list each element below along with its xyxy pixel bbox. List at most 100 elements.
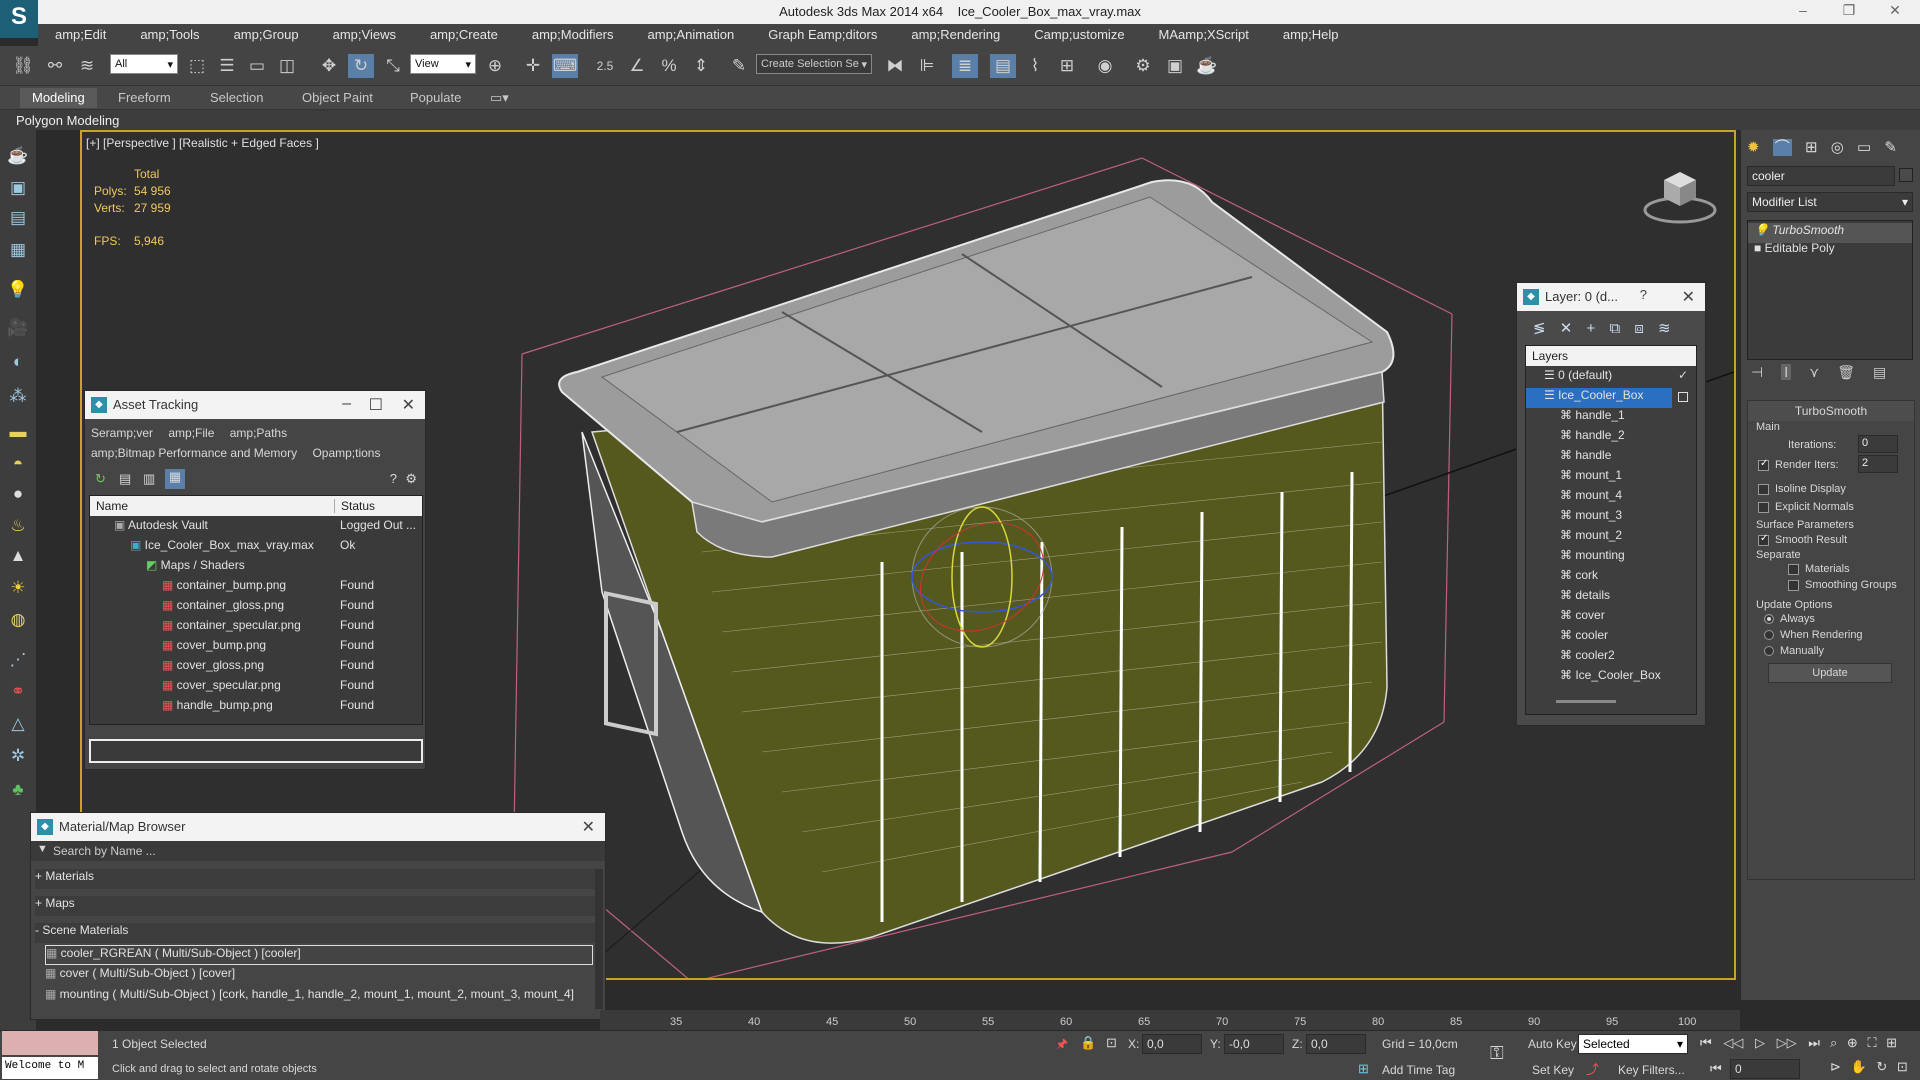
motion-tab-icon[interactable]: ◎ bbox=[1831, 139, 1844, 156]
configure-sets-icon[interactable]: ▤ bbox=[1873, 364, 1886, 380]
current-frame-field[interactable]: 0 bbox=[1730, 1059, 1800, 1079]
spinner-snap-icon[interactable]: ⇕ bbox=[688, 54, 714, 78]
list-item[interactable]: ▦ mounting ( Multi/Sub-Object ) [cork, h… bbox=[45, 987, 574, 1007]
scrollbar[interactable] bbox=[1556, 700, 1616, 703]
maximize-viewport-icon[interactable]: ⊡ bbox=[1897, 1059, 1908, 1074]
restore-icon[interactable]: ❐ bbox=[1838, 2, 1860, 22]
object-item[interactable]: ⌘ Ice_Cooler_Box bbox=[1560, 668, 1661, 688]
materials-checkbox[interactable] bbox=[1788, 563, 1799, 575]
y-coordinate-field[interactable]: -0,0 bbox=[1224, 1034, 1284, 1054]
zoom-all-icon[interactable]: ⊕ bbox=[1847, 1035, 1858, 1050]
zoom-extents-icon[interactable]: ⛶ bbox=[1867, 1035, 1876, 1050]
layer-manager-icon[interactable]: ≣ bbox=[952, 54, 978, 78]
table-view-icon[interactable]: ▦ bbox=[165, 469, 185, 489]
asset-tracking-titlebar[interactable]: ◆ Asset Tracking – ☐ ✕ bbox=[85, 391, 425, 419]
pin-stack-icon[interactable]: ⊣ bbox=[1751, 364, 1763, 380]
settings-gear-icon[interactable]: ✲ bbox=[6, 744, 30, 768]
always-radio[interactable] bbox=[1764, 614, 1774, 625]
table-row[interactable]: ▦ cover_bump.png bbox=[162, 638, 266, 658]
link-icon[interactable]: ⛓ bbox=[10, 54, 36, 78]
list-item[interactable]: ▦ cooler_RGREAN ( Multi/Sub-Object ) [co… bbox=[45, 945, 593, 965]
angle-snap-icon[interactable]: ∠ bbox=[624, 54, 650, 78]
help-icon[interactable]: ? bbox=[1640, 287, 1647, 302]
list-item[interactable]: ▦ cover ( Multi/Sub-Object ) [cover] bbox=[45, 966, 235, 986]
app-logo[interactable]: S bbox=[0, 0, 38, 38]
foliage-icon[interactable]: ♣ bbox=[6, 778, 30, 802]
orbit-icon[interactable]: ↻ bbox=[1876, 1059, 1887, 1074]
manually-radio[interactable] bbox=[1764, 646, 1774, 657]
column-status[interactable]: Status bbox=[334, 499, 375, 513]
hierarchy-tab-icon[interactable]: ⊞ bbox=[1805, 139, 1818, 156]
group-materials[interactable]: + Materials bbox=[35, 869, 595, 889]
stack-item-editable-poly[interactable]: ■ Editable Poly bbox=[1748, 241, 1835, 261]
helper-grid-icon[interactable]: ⋰ bbox=[6, 648, 30, 672]
sky-icon[interactable]: ◍ bbox=[6, 608, 30, 632]
object-item[interactable]: ⌘ handle_1 bbox=[1560, 408, 1625, 428]
menu-customize[interactable]: Camp;ustomize bbox=[1017, 24, 1141, 46]
group-maps[interactable]: + Maps bbox=[35, 896, 595, 916]
highlight-layer-icon[interactable]: ⧈ bbox=[1634, 320, 1644, 337]
select-by-name-icon[interactable]: ☰ bbox=[214, 54, 240, 78]
menu-options[interactable]: Opamp;tions bbox=[312, 446, 380, 460]
layer-visibility-icon[interactable] bbox=[1678, 392, 1688, 402]
render-setup-icon[interactable]: ⚙ bbox=[1130, 54, 1156, 78]
curve-editor-icon[interactable]: ⌇ bbox=[1022, 54, 1048, 78]
goto-start-icon[interactable]: ⏮ bbox=[1700, 1035, 1712, 1050]
scrollbar[interactable] bbox=[595, 869, 603, 1009]
menu-rendering[interactable]: amp;Rendering bbox=[894, 24, 1017, 46]
render-icon[interactable]: ▣ bbox=[6, 176, 30, 200]
create-tab-icon[interactable]: ✹ bbox=[1747, 139, 1760, 156]
scale-icon[interactable]: ⤡ bbox=[380, 54, 406, 78]
goto-end-icon[interactable]: ⏭ bbox=[1808, 1035, 1820, 1050]
table-row[interactable]: ▦ container_gloss.png bbox=[162, 598, 284, 618]
selection-filter-dropdown[interactable]: All ▾ bbox=[110, 54, 178, 74]
utilities-tab-icon[interactable]: ✎ bbox=[1884, 139, 1897, 156]
zoom-extents-all-icon[interactable]: ⊞ bbox=[1886, 1035, 1897, 1050]
fov-icon[interactable]: ⊳ bbox=[1830, 1059, 1841, 1074]
explicit-normals-checkbox[interactable] bbox=[1758, 501, 1769, 513]
sound-icon[interactable]: ◐ bbox=[6, 350, 30, 374]
tab-object-paint[interactable]: Object Paint bbox=[302, 90, 373, 105]
object-item[interactable]: ⌘ mount_2 bbox=[1560, 528, 1622, 548]
minimize-icon[interactable]: – bbox=[1792, 2, 1814, 22]
close-icon[interactable]: ✕ bbox=[1682, 287, 1695, 307]
unlink-icon[interactable]: ⚯ bbox=[42, 54, 68, 78]
set-key-button[interactable]: Set Key bbox=[1532, 1063, 1574, 1077]
select-layer-icon[interactable]: ⧉ bbox=[1609, 320, 1620, 337]
iterations-spinner[interactable]: 0 bbox=[1858, 435, 1898, 453]
teapot-prim-icon[interactable]: ♨ bbox=[6, 514, 30, 538]
select-object-icon[interactable]: ⬚ bbox=[184, 54, 210, 78]
pan-icon[interactable]: ✋ bbox=[1851, 1059, 1867, 1074]
z-coordinate-field[interactable]: 0,0 bbox=[1306, 1034, 1366, 1054]
object-item[interactable]: ⌘ mount_1 bbox=[1560, 468, 1622, 488]
table-row[interactable]: ▦ cover_specular.png bbox=[162, 678, 281, 698]
close-icon[interactable]: ✕ bbox=[402, 395, 415, 415]
make-unique-icon[interactable]: ⋎ bbox=[1809, 364, 1819, 380]
ribbon-toggle-icon[interactable]: ▤ bbox=[990, 54, 1016, 78]
ref-coord-dropdown[interactable]: View ▾ bbox=[410, 54, 476, 74]
light-icon[interactable]: 💡 bbox=[6, 278, 30, 302]
maxscript-mini-listener[interactable]: Welcome to M bbox=[2, 1057, 98, 1079]
render-production-icon[interactable]: ☕ bbox=[1194, 54, 1220, 78]
key-mode-toggle-icon[interactable]: ⏮ bbox=[1710, 1061, 1722, 1077]
keyboard-shortcut-icon[interactable]: ⌨ bbox=[552, 54, 578, 78]
close-icon[interactable]: ✕ bbox=[1884, 2, 1906, 22]
close-icon[interactable]: ✕ bbox=[582, 817, 595, 837]
dropdown-arrow-icon[interactable]: ▼ bbox=[37, 843, 48, 855]
object-item[interactable]: ⌘ handle_2 bbox=[1560, 428, 1625, 448]
select-manipulate-icon[interactable]: ✛ bbox=[520, 54, 546, 78]
modifier-list-dropdown[interactable]: Modifier List ▾ bbox=[1747, 192, 1913, 212]
menu-group[interactable]: amp;Group bbox=[217, 24, 316, 46]
layer-manager-titlebar[interactable]: ◆ Layer: 0 (d... ? ✕ bbox=[1517, 283, 1705, 311]
rect-region-icon[interactable]: ▭ bbox=[244, 54, 270, 78]
table-row[interactable]: ▦ container_specular.png bbox=[162, 618, 301, 638]
help-icon[interactable]: ? bbox=[390, 471, 397, 486]
refresh-icon[interactable]: ↻ bbox=[95, 471, 106, 487]
key-tangent-icon[interactable]: ⤴ bbox=[1586, 1059, 1599, 1078]
snap-toggle-icon[interactable]: 2.5 bbox=[592, 54, 618, 78]
menu-views[interactable]: amp;Views bbox=[316, 24, 413, 46]
hide-layers-icon[interactable]: ≋ bbox=[1658, 320, 1671, 337]
maxscript-listener-top[interactable] bbox=[2, 1031, 98, 1055]
menu-edit[interactable]: amp;Edit bbox=[38, 24, 123, 46]
tab-freeform[interactable]: Freeform bbox=[118, 90, 171, 105]
